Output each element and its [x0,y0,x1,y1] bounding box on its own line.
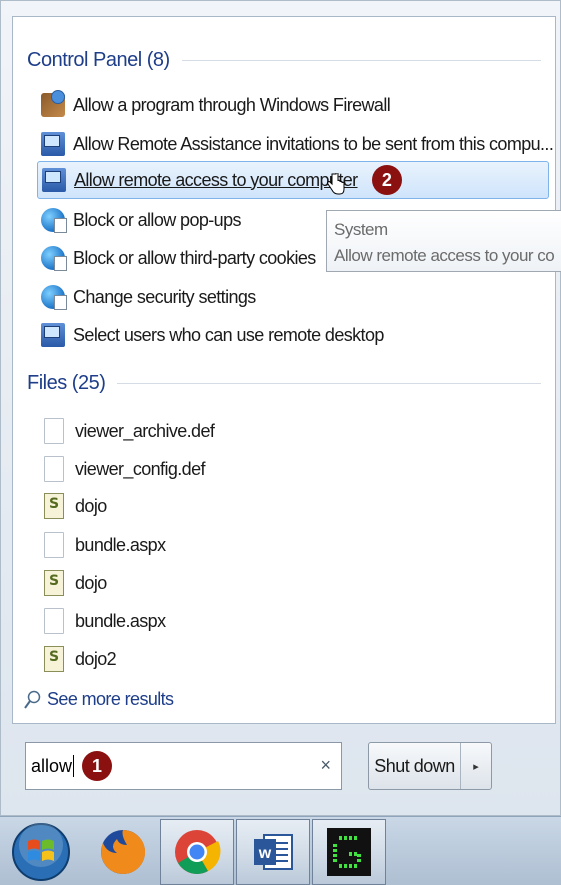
script-icon [44,493,64,519]
tooltip: System Allow remote access to your co [326,210,561,272]
file-icon [44,456,64,482]
files-section-header[interactable]: Files (25) [27,368,541,398]
search-input-value: allow [31,755,73,776]
result-item-remote-desktop-users[interactable]: Select users who can use remote desktop [37,317,549,353]
see-more-results-link[interactable]: See more results [23,689,174,710]
file-item-label: viewer_archive.def [75,420,215,441]
internet-options-icon [41,285,67,310]
file-item-label: dojo [75,572,107,593]
file-icon [44,418,64,444]
step-badge: 2 [371,165,402,195]
text-caret [73,755,75,777]
result-item-label: Select users who can use remote desktop [73,324,384,345]
script-icon [44,646,64,672]
file-icon [44,532,64,558]
tooltip-description: Allow remote access to your co [334,246,555,265]
file-item[interactable]: bundle.aspx [37,527,549,563]
result-item-label: Change security settings [73,286,256,307]
section-divider [117,382,541,384]
shutdown-button-group: Shut down ▸ [368,742,492,790]
file-item[interactable]: dojo2 [37,641,549,677]
result-item-change-security[interactable]: Change security settings [37,279,549,315]
step-badge: 1 [82,751,113,781]
result-item-allow-remote-access[interactable]: Allow remote access to your computer 2 [37,161,549,199]
result-item-label: Allow Remote Assistance invitations to b… [73,133,554,154]
file-item[interactable]: bundle.aspx [37,603,549,639]
shutdown-options-arrow-icon[interactable]: ▸ [461,743,491,789]
chrome-icon [175,830,221,874]
taskbar-terminal[interactable] [312,819,386,885]
script-icon [44,570,64,596]
result-item-label: Block or allow pop-ups [73,209,241,230]
internet-options-icon [41,208,67,233]
taskbar-firefox[interactable] [86,819,160,885]
file-item[interactable]: dojo [37,488,549,524]
file-icon [44,608,64,634]
file-item-label: dojo [75,495,107,516]
start-button[interactable] [4,819,78,885]
remote-icon [42,168,66,192]
shutdown-button[interactable]: Shut down [369,743,461,789]
clear-search-icon[interactable]: × [320,755,331,776]
remote-icon [41,323,65,347]
file-item-label: dojo2 [75,648,117,669]
taskbar: w [0,816,561,885]
start-menu: Control Panel (8) Allow a program throug… [0,0,561,816]
file-item[interactable]: dojo [37,565,549,601]
file-item-label: bundle.aspx [75,610,166,631]
result-item-label: Allow a program through Windows Firewall [73,94,391,115]
file-item[interactable]: viewer_config.def [37,451,549,487]
word-icon: w [254,834,293,870]
control-panel-header-label: Control Panel (8) [27,48,170,71]
magnifier-icon [24,690,41,709]
search-results-pane: Control Panel (8) Allow a program throug… [12,16,556,724]
tooltip-title: System [334,220,388,239]
section-divider [181,59,541,61]
file-item-label: bundle.aspx [75,534,166,555]
result-item-label: Allow remote access to your computer [74,169,358,190]
firewall-icon [41,90,65,117]
control-panel-section-header[interactable]: Control Panel (8) [27,45,541,75]
hand-cursor-icon [327,173,345,195]
terminal-icon [327,828,371,876]
internet-options-icon [41,246,67,271]
search-input[interactable]: allow 1 × [25,742,342,790]
file-item[interactable]: viewer_archive.def [37,413,549,449]
result-item-label: Block or allow third-party cookies [73,247,316,268]
files-header-label: Files (25) [27,371,106,394]
result-item-allow-program-firewall[interactable]: Allow a program through Windows Firewall [37,87,549,123]
svg-text:w: w [258,845,272,862]
taskbar-chrome[interactable] [160,819,234,885]
see-more-label: See more results [47,689,174,709]
remote-icon [41,132,65,156]
result-item-remote-assistance[interactable]: Allow Remote Assistance invitations to b… [37,126,554,162]
firefox-icon [101,829,146,874]
file-item-label: viewer_config.def [75,458,205,479]
taskbar-word[interactable]: w [236,819,310,885]
windows-orb-icon [12,823,70,881]
